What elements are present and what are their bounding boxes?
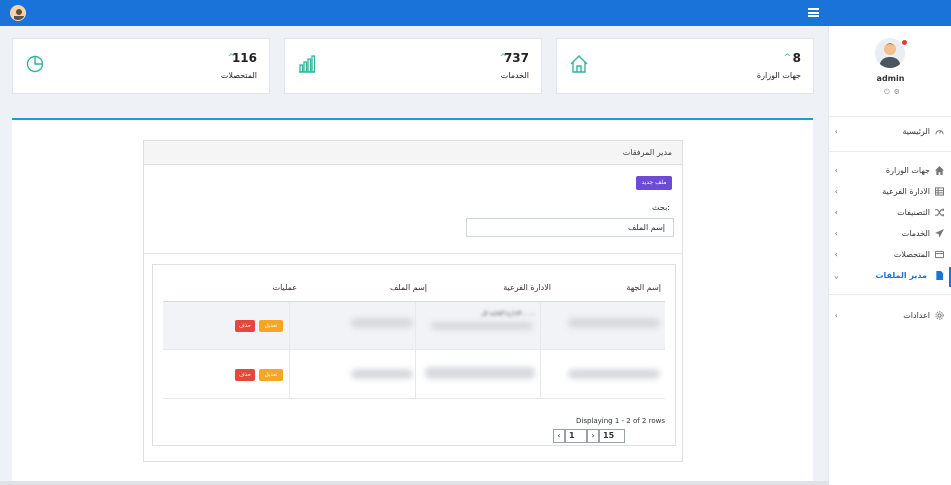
power-icon[interactable]: ⏻ (884, 88, 890, 97)
search-label: بحث: (652, 203, 670, 212)
chevron-down-icon: ⌄ (834, 271, 839, 280)
entity-name-cell (568, 369, 660, 379)
stat-caption: جهات الوزارة (756, 71, 801, 80)
sidebar-item-label: التصنيفات (897, 208, 930, 217)
stat-caption: الخدمات (500, 71, 529, 80)
divider (829, 151, 951, 152)
column-header-entity-name: إسم الجهة (626, 283, 661, 292)
stat-caption: المتحصلات (220, 71, 257, 80)
sidebar-item-label: الادارة الفرعية (882, 187, 930, 196)
divider (829, 116, 951, 117)
column-header-actions: عمليات (272, 283, 297, 292)
menu-toggle-icon[interactable] (808, 8, 819, 17)
user-avatar-small[interactable] (10, 5, 26, 21)
sidebar-item-settings[interactable]: ‹ اعدادات (829, 307, 951, 327)
chevron-left-icon: ‹ (834, 187, 839, 196)
stat-card-ministry-entities: 8 ^ جهات الوزارة (556, 38, 814, 94)
chevron-left-icon: ‹ (834, 208, 839, 217)
page-number-input[interactable]: 1 (565, 429, 587, 443)
delete-button[interactable]: حذف (235, 320, 255, 332)
paper-plane-icon (935, 229, 944, 238)
sub-department-cell (425, 367, 535, 379)
stat-value: 116 (231, 51, 257, 65)
bar-chart-icon (297, 54, 317, 74)
search-input[interactable] (466, 218, 674, 237)
divider (144, 253, 682, 254)
column-divider (289, 302, 290, 399)
sidebar-item-label: الرئيسية (902, 127, 930, 136)
footer-strip (0, 481, 828, 485)
file-icon (935, 271, 944, 280)
shuffle-icon (935, 208, 945, 217)
sidebar-item-ministry-entities[interactable]: ‹ جهات الوزارة (829, 162, 951, 182)
home-icon (935, 166, 944, 175)
username: admin (876, 74, 905, 83)
pie-chart-icon (25, 54, 45, 74)
sidebar-item-collections[interactable]: ‹ المتحصلات (829, 246, 951, 266)
file-name-cell (351, 369, 413, 379)
sidebar: admin ⏻ ⚙ ‹ الرئيسية ‹ جهات الوزارة ‹ الا… (828, 26, 951, 485)
entity-name-cell (568, 318, 660, 328)
sidebar-item-services[interactable]: ‹ الخدمات (829, 225, 951, 245)
sidebar-item-label: الخدمات (901, 229, 930, 238)
profile-actions: ⏻ ⚙ (877, 88, 907, 98)
trend-up-icon: ^ (783, 53, 791, 63)
edit-button[interactable]: تعديل (259, 320, 283, 332)
box-header: مدير المرفقات (144, 141, 682, 165)
attachments-table-container: إسم الجهة الادارة الفرعية إسم الملف عملي… (152, 264, 676, 446)
next-page-button[interactable]: › (587, 429, 599, 443)
trend-up-icon: ^ (227, 53, 235, 63)
page-size-input[interactable]: 15 (599, 429, 625, 443)
chevron-left-icon: ‹ (834, 229, 839, 238)
previous-page-button[interactable]: ‹ (553, 429, 565, 443)
dashboard-icon (935, 127, 944, 136)
column-divider (415, 302, 416, 399)
avatar[interactable] (875, 38, 905, 68)
column-divider (540, 302, 541, 399)
edit-button[interactable]: تعديل (259, 369, 283, 381)
sub-department-cell-blur (431, 322, 533, 330)
table-row: تعديل حذف (163, 351, 665, 399)
trend-up-icon: ^ (499, 53, 507, 63)
sidebar-item-file-manager[interactable]: ⌄ مدير الملفات (829, 267, 951, 287)
table-row: الادارة العامة لل .. ... تعديل حذف (163, 302, 665, 350)
chevron-left-icon: ‹ (834, 166, 839, 175)
status-dot (902, 40, 907, 45)
credit-card-icon (934, 250, 945, 259)
sidebar-item-label: اعدادات (903, 311, 930, 320)
column-header-sub-department: الادارة الفرعية (503, 283, 551, 292)
list-icon (934, 187, 945, 196)
chevron-left-icon: ‹ (834, 250, 839, 259)
delete-button[interactable]: حذف (235, 369, 255, 381)
pagination-info: Displaying 1 - 2 of 2 rows (576, 417, 665, 425)
chevron-left-icon: ‹ (834, 311, 839, 320)
sidebar-item-label: مدير الملفات (875, 271, 927, 280)
column-header-file-name: إسم الملف (389, 283, 427, 292)
top-navbar (0, 0, 951, 26)
stat-value: 737 (503, 51, 529, 65)
stat-card-collections: 116 ^ المتحصلات (12, 38, 270, 94)
sidebar-item-label: المتحصلات (893, 250, 930, 259)
gear-icon (935, 311, 944, 320)
sidebar-item-categories[interactable]: ‹ التصنيفات (829, 204, 951, 224)
sidebar-item-sub-departments[interactable]: ‹ الادارة الفرعية (829, 183, 951, 203)
divider (829, 294, 951, 295)
stat-card-services: 737 ^ الخدمات (284, 38, 542, 94)
file-name-cell (351, 318, 413, 328)
stat-value: 8 (792, 51, 801, 65)
sub-department-cell: الادارة العامة لل .. ... (481, 310, 535, 317)
box-title: مدير المرفقات (622, 148, 672, 157)
chevron-left-icon: ‹ (834, 127, 839, 136)
home-icon (569, 54, 589, 74)
new-file-button[interactable]: ملف جديد (636, 176, 672, 190)
user-profile: admin ⏻ ⚙ (829, 26, 951, 116)
gear-icon[interactable]: ⚙ (894, 88, 900, 96)
attachments-manager-box: مدير المرفقات ملف جديد بحث: إسم الجهة ال… (143, 140, 683, 462)
sidebar-item-home[interactable]: ‹ الرئيسية (829, 123, 951, 143)
sidebar-item-label: جهات الوزارة (885, 166, 930, 175)
